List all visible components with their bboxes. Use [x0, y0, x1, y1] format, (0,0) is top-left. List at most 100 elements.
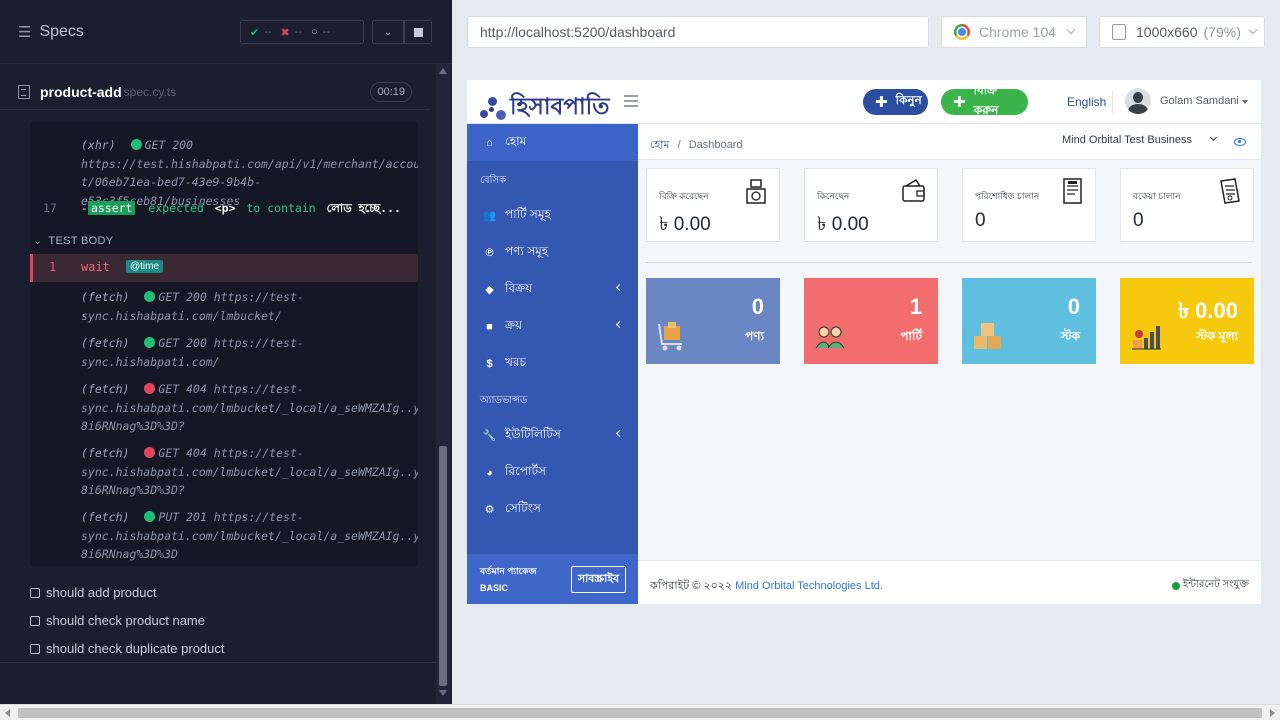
assert-value: লোড হচ্ছে... [326, 201, 401, 215]
viewport-info[interactable]: 1000x660 (79%) [1099, 16, 1265, 48]
scroll-down-icon[interactable] [439, 690, 447, 696]
log-url-line: sync.hishabpati.com/lmbucket/ [81, 308, 282, 323]
sidebar-item-label: বিক্রয় [505, 280, 533, 295]
scroll-left-icon[interactable] [5, 709, 10, 717]
stat-box-products: 0 পণ্য [646, 278, 780, 364]
stop-button[interactable] [404, 20, 432, 44]
log-url-line: 8i6RNnag%3D%3D? [81, 419, 185, 433]
pie-chart-icon: ◕ [486, 466, 493, 479]
browser-label: Chrome 104 [979, 24, 1057, 40]
eye-icon[interactable] [1234, 138, 1246, 146]
horizontal-scrollbar[interactable] [0, 704, 1280, 720]
card-value: 0 [1133, 210, 1144, 231]
boxes-icon [974, 323, 1001, 349]
card-title: বিক্রি করেছেন [659, 191, 709, 201]
sidebar-item-label: ইউটিলিটিস [505, 426, 561, 441]
card-title: বকেয়া চালান [1133, 191, 1181, 201]
collapse-button[interactable]: ⌄ [372, 20, 404, 44]
log-scrollbar[interactable] [436, 64, 450, 704]
user-name[interactable]: Golam Samdani [1160, 95, 1239, 107]
sell-button[interactable]: ✚ বিক্রি করুন [941, 83, 1028, 117]
sidebar-item-purchase[interactable]: ■ ক্রয় [467, 308, 638, 345]
package-name: BASIC [480, 583, 509, 593]
status-error-icon [144, 447, 156, 458]
viewport-size: 1000x660 [1136, 24, 1198, 40]
url-bar[interactable]: http://localhost:5200/dashboard [467, 16, 929, 48]
subscribe-button[interactable]: সাবস্ক্রাইব [571, 566, 626, 593]
scroll-up-icon[interactable] [439, 68, 447, 74]
log-entry[interactable]: (fetch) GET 200 https://test- sync.hisha… [30, 334, 418, 371]
hamburger-menu-icon[interactable] [624, 95, 638, 107]
specs-title[interactable]: Specs [39, 23, 83, 41]
status-ok-icon [144, 337, 156, 348]
test-body-header[interactable]: ⌄ TEST BODY [30, 234, 113, 247]
aut-panel: http://localhost:5200/dashboard Chrome 1… [452, 0, 1280, 704]
language-toggle[interactable]: English [1067, 95, 1106, 109]
summary-card-sold: বিক্রি করেছেন ৳ 0.00 [646, 168, 780, 242]
test-body-label: TEST BODY [48, 235, 114, 247]
sidebar-item-settings[interactable]: ⚙ সেটিংস [467, 491, 638, 528]
assert-to-contain: to contain [246, 201, 316, 215]
scroll-thumb[interactable] [18, 708, 1262, 718]
log-status: GET 200 https://test- [158, 336, 304, 350]
cart-icon [658, 322, 682, 351]
sidebar-item-expense[interactable]: $ খরচ [467, 345, 638, 382]
chevron-down-icon[interactable] [1209, 133, 1218, 142]
log-url-line: 8i6RNnag%3D%3D [81, 547, 178, 561]
test-item[interactable]: should check duplicate product [30, 641, 225, 656]
sidebar-item-utilities[interactable]: 🔧 ইউটিলিটিস [467, 417, 638, 454]
buy-button[interactable]: ✚ কিনুন [863, 89, 928, 115]
breadcrumb-home[interactable]: হোম [650, 139, 670, 151]
card-value: 0 [975, 210, 986, 231]
sidebar-item-sales[interactable]: ◆ বিক্রয় [467, 271, 638, 308]
status-error-icon [144, 383, 156, 394]
log-entry[interactable]: (fetch) GET 404 https://test- sync.hisha… [30, 380, 418, 436]
spec-file-row: product-add spec.cy.ts 00:19 [0, 74, 430, 110]
browser-selector[interactable]: Chrome 104 [941, 16, 1087, 48]
wait-command-row[interactable]: 1 wait @time [30, 254, 418, 282]
log-status: GET 200 https://test- [158, 290, 304, 304]
avatar[interactable] [1125, 88, 1151, 114]
sidebar-item-products[interactable]: ℗ পণ্য সমূহ [467, 234, 638, 271]
sidebar-item-parties[interactable]: 👥 পার্টি সমূহ [467, 197, 638, 234]
scroll-right-icon[interactable] [1270, 709, 1275, 717]
viewport-icon [1112, 24, 1126, 40]
log-entry[interactable]: (fetch) GET 200 https://test- sync.hisha… [30, 288, 418, 325]
business-selector[interactable]: Mind Orbital Test Business [1062, 134, 1192, 146]
command-log[interactable]: (xhr) GET 200 https://test.hishabpati.co… [30, 122, 418, 566]
pending-count: -- [322, 26, 331, 38]
sidebar-item-home[interactable]: ⌂ হোম [467, 124, 638, 161]
tag-icon: ◆ [485, 284, 494, 296]
log-kind: (fetch) [81, 290, 130, 304]
pending-test-icon [30, 615, 40, 626]
sell-label: বিক্রি করুন [973, 83, 999, 117]
sidebar-item-reports[interactable]: ◕ রিপোর্টস [467, 454, 638, 491]
brand-logo[interactable]: হিসাবপাতি [479, 88, 609, 127]
chevron-down-icon [1248, 25, 1258, 35]
log-entry[interactable]: (fetch) GET 404 https://test- sync.hisha… [30, 444, 418, 500]
test-title: should check product name [46, 613, 205, 628]
pending-test-icon [30, 643, 40, 654]
status-ok-icon [130, 139, 142, 150]
log-url-line: sync.hishabpati.com/lmbucket/_local/a_se… [81, 528, 418, 543]
users-icon: 👥 [482, 210, 497, 222]
test-item[interactable]: should add product [30, 585, 157, 600]
test-item[interactable]: should check product name [30, 613, 205, 628]
stat-value: 1 [909, 294, 922, 319]
app-navbar: হিসাবপাতি ✚ কিনুন ✚ বিক্রি করুন English Go… [467, 80, 1261, 124]
stop-icon [413, 27, 423, 37]
gear-icon: ⚙ [484, 504, 495, 516]
log-url-line: https://test.hishabpati.com/api/v1/merch… [81, 156, 418, 171]
scroll-thumb[interactable] [439, 446, 447, 686]
package-label: বর্তমান প্যাকেজ [480, 566, 537, 576]
connection-status: ইন্টারনেট সংযুক্ত [1171, 577, 1249, 594]
caret-down-icon[interactable] [1242, 100, 1248, 104]
company-link[interactable]: Mind Orbital Technologies Ltd. [735, 580, 883, 592]
log-status: PUT 201 https://test- [158, 510, 304, 524]
sidebar-item-label: রিপোর্টস [505, 463, 546, 478]
stat-box-stock: 0 স্টক [962, 278, 1096, 364]
log-entry[interactable]: (fetch) PUT 201 https://test- sync.hisha… [30, 508, 418, 564]
specs-menu-icon[interactable]: ☰ [18, 23, 31, 41]
log-status: GET 200 [144, 138, 194, 152]
chevron-down-icon: ⌄ [383, 26, 393, 38]
